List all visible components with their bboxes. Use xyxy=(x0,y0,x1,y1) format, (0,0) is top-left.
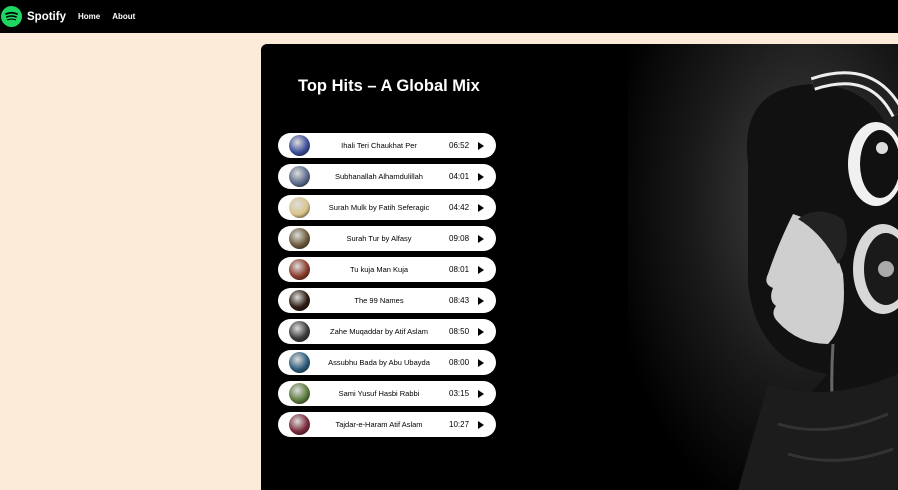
song-list: Ihali Teri Chaukhat Per 06:52 Subhanallah … xyxy=(278,133,496,443)
play-icon[interactable] xyxy=(478,296,484,305)
song-cover xyxy=(289,321,310,342)
song-item[interactable]: Sami Yusuf Hasbi Rabbi 03:15 xyxy=(278,381,496,406)
song-title: Surah Tur by Alfasy xyxy=(346,234,412,243)
play-icon[interactable] xyxy=(478,265,484,274)
song-item[interactable]: Ihali Teri Chaukhat Per 06:52 xyxy=(278,133,496,158)
hero-image xyxy=(628,44,898,490)
song-duration: 08:01 xyxy=(449,265,470,274)
play-icon[interactable] xyxy=(478,420,484,429)
page-title: Top Hits – A Global Mix xyxy=(298,77,480,95)
song-duration: 08:43 xyxy=(449,296,470,305)
song-duration: 08:00 xyxy=(449,358,470,367)
navbar: Spotify Home About xyxy=(0,0,898,33)
song-cover xyxy=(289,414,310,435)
nav-link-about[interactable]: About xyxy=(112,12,135,21)
song-cover xyxy=(289,135,310,156)
song-title: Ihali Teri Chaukhat Per xyxy=(341,141,417,150)
play-icon[interactable] xyxy=(478,358,484,367)
song-item[interactable]: The 99 Names 08:43 xyxy=(278,288,496,313)
song-duration: 03:15 xyxy=(449,389,470,398)
song-item[interactable]: Tu kuja Man Kuja 08:01 xyxy=(278,257,496,282)
play-icon[interactable] xyxy=(478,327,484,336)
play-icon[interactable] xyxy=(478,172,484,181)
play-icon[interactable] xyxy=(478,141,484,150)
song-cover xyxy=(289,352,310,373)
song-title: Zahe Muqaddar by Atif Aslam xyxy=(330,327,428,336)
song-cover xyxy=(289,383,310,404)
song-item[interactable]: Surah Mulk by Fatih Seferagic 04:42 xyxy=(278,195,496,220)
nav-link-home[interactable]: Home xyxy=(78,12,100,21)
song-title: Tajdar-e-Haram Atif Aslam xyxy=(335,420,423,429)
play-icon[interactable] xyxy=(478,389,484,398)
song-item[interactable]: Tajdar-e-Haram Atif Aslam 10:27 xyxy=(278,412,496,437)
song-duration: 09:08 xyxy=(449,234,470,243)
song-cover xyxy=(289,290,310,311)
play-icon[interactable] xyxy=(478,234,484,243)
brand-name[interactable]: Spotify xyxy=(27,11,66,23)
song-title: Assubhu Bada by Abu Ubayda xyxy=(328,358,430,367)
song-cover xyxy=(289,259,310,280)
song-item[interactable]: Subhanallah Alhamdulillah 04:01 xyxy=(278,164,496,189)
song-title: Sami Yusuf Hasbi Rabbi xyxy=(338,389,420,398)
song-duration: 06:52 xyxy=(449,141,470,150)
song-cover xyxy=(289,197,310,218)
song-duration: 10:27 xyxy=(449,420,470,429)
song-title: Subhanallah Alhamdulillah xyxy=(335,172,423,181)
playlist-panel: Top Hits – A Global Mix Ihali Teri Chauk… xyxy=(261,44,898,490)
song-item[interactable]: Zahe Muqaddar by Atif Aslam 08:50 xyxy=(278,319,496,344)
song-cover xyxy=(289,228,310,249)
song-duration: 04:01 xyxy=(449,172,470,181)
spotify-logo-icon[interactable] xyxy=(1,6,22,27)
song-duration: 08:50 xyxy=(449,327,470,336)
song-title: Tu kuja Man Kuja xyxy=(349,265,409,274)
play-icon[interactable] xyxy=(478,203,484,212)
song-duration: 04:42 xyxy=(449,203,470,212)
song-title: The 99 Names xyxy=(354,296,404,305)
song-title: Surah Mulk by Fatih Seferagic xyxy=(328,203,430,212)
song-item[interactable]: Surah Tur by Alfasy 09:08 xyxy=(278,226,496,251)
song-item[interactable]: Assubhu Bada by Abu Ubayda 08:00 xyxy=(278,350,496,375)
song-cover xyxy=(289,166,310,187)
